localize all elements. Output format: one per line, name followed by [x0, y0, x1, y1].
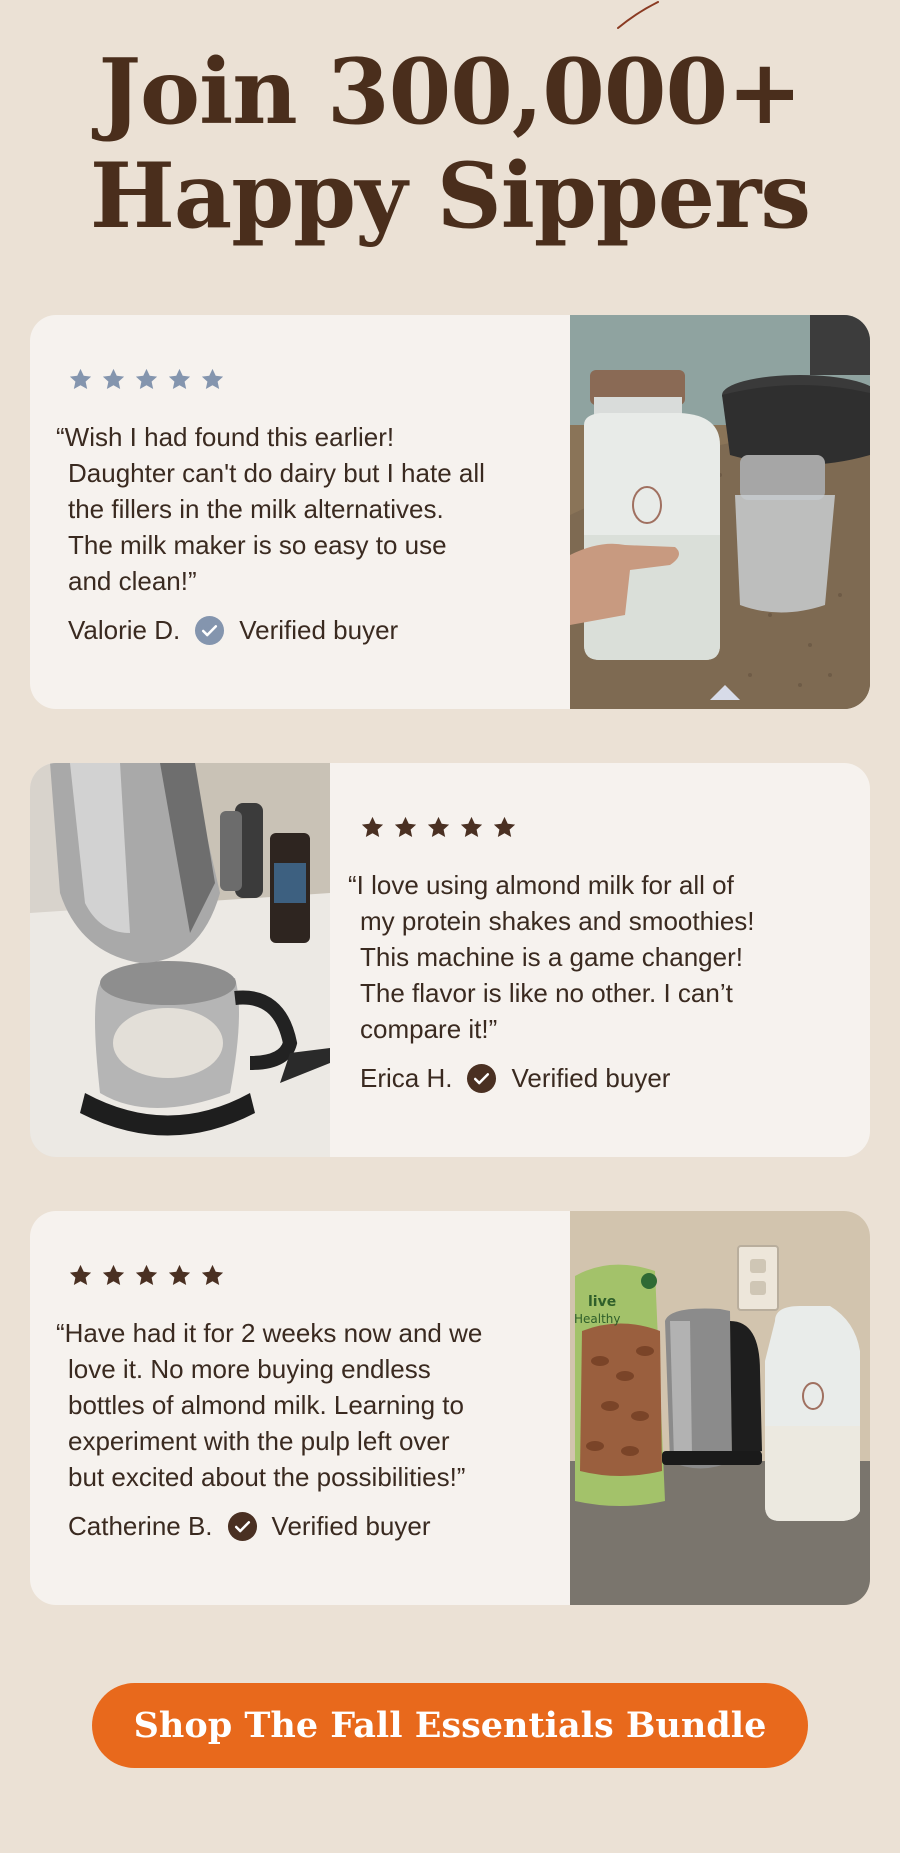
star-icon: [69, 1264, 92, 1285]
star-icon: [102, 1264, 125, 1285]
headline-line-2: Happy Sippers: [89, 143, 811, 249]
star-icon: [460, 816, 483, 837]
reviewer-info: Valorie D. Verified buyer: [68, 615, 566, 646]
reviewer-info: Erica H. Verified buyer: [360, 1063, 858, 1094]
almonds-counter-photo: live Healthy: [570, 1211, 870, 1605]
review-card: “Wish I had found this earlier! Daughter…: [30, 315, 870, 709]
verified-label: Verified buyer: [239, 615, 399, 645]
verified-check-icon: [227, 1511, 257, 1542]
star-icon: [201, 368, 224, 389]
reviewer-name: Erica H.: [360, 1063, 453, 1093]
reviewer-name: Catherine B.: [68, 1511, 213, 1541]
review-content: “Wish I had found this earlier! Daughter…: [56, 365, 566, 646]
review-card: “I love using almond milk for all of my …: [30, 763, 870, 1157]
shop-bundle-button[interactable]: Shop The Fall Essentials Bundle: [92, 1683, 808, 1768]
review-quote: “Wish I had found this earlier! Daughter…: [56, 422, 485, 596]
star-icon: [394, 816, 417, 837]
decorative-curve: [617, 1, 659, 29]
page-headline: Join 300,000+ Happy Sippers: [0, 40, 900, 248]
review-content: “I love using almond milk for all of my …: [348, 813, 858, 1094]
star-icon: [102, 368, 125, 389]
review-card: “Have had it for 2 weeks now and we love…: [30, 1211, 870, 1605]
star-icon: [168, 1264, 191, 1285]
review-quote: “Have had it for 2 weeks now and we love…: [56, 1318, 483, 1492]
review-photo-milk-bottle: [570, 315, 870, 709]
star-icon: [201, 1264, 224, 1285]
star-rating: [68, 365, 566, 393]
bag-brand-text: live: [588, 1294, 616, 1310]
star-icon: [493, 816, 516, 837]
verified-check-icon: [467, 1063, 497, 1094]
milk-bottle-photo: [570, 315, 870, 709]
review-photo-almonds-counter: live Healthy: [570, 1211, 870, 1605]
reviewer-info: Catherine B. Verified buyer: [68, 1511, 566, 1542]
verified-check-icon: [195, 615, 225, 646]
reviewer-name: Valorie D.: [68, 615, 181, 645]
review-content: “Have had it for 2 weeks now and we love…: [56, 1261, 566, 1542]
headline-line-1: Join 300,000+: [98, 39, 802, 145]
star-icon: [168, 368, 191, 389]
milk-maker-photo: [30, 763, 330, 1157]
star-rating: [68, 1261, 566, 1289]
verified-label: Verified buyer: [271, 1511, 431, 1541]
bag-tag-text: Healthy: [574, 1312, 621, 1326]
star-icon: [361, 816, 384, 837]
star-icon: [69, 368, 92, 389]
review-photo-milk-maker: [30, 763, 330, 1157]
verified-label: Verified buyer: [511, 1063, 671, 1093]
star-rating: [360, 813, 858, 841]
star-icon: [427, 816, 450, 837]
star-icon: [135, 368, 158, 389]
review-quote: “I love using almond milk for all of my …: [348, 870, 755, 1044]
star-icon: [135, 1264, 158, 1285]
